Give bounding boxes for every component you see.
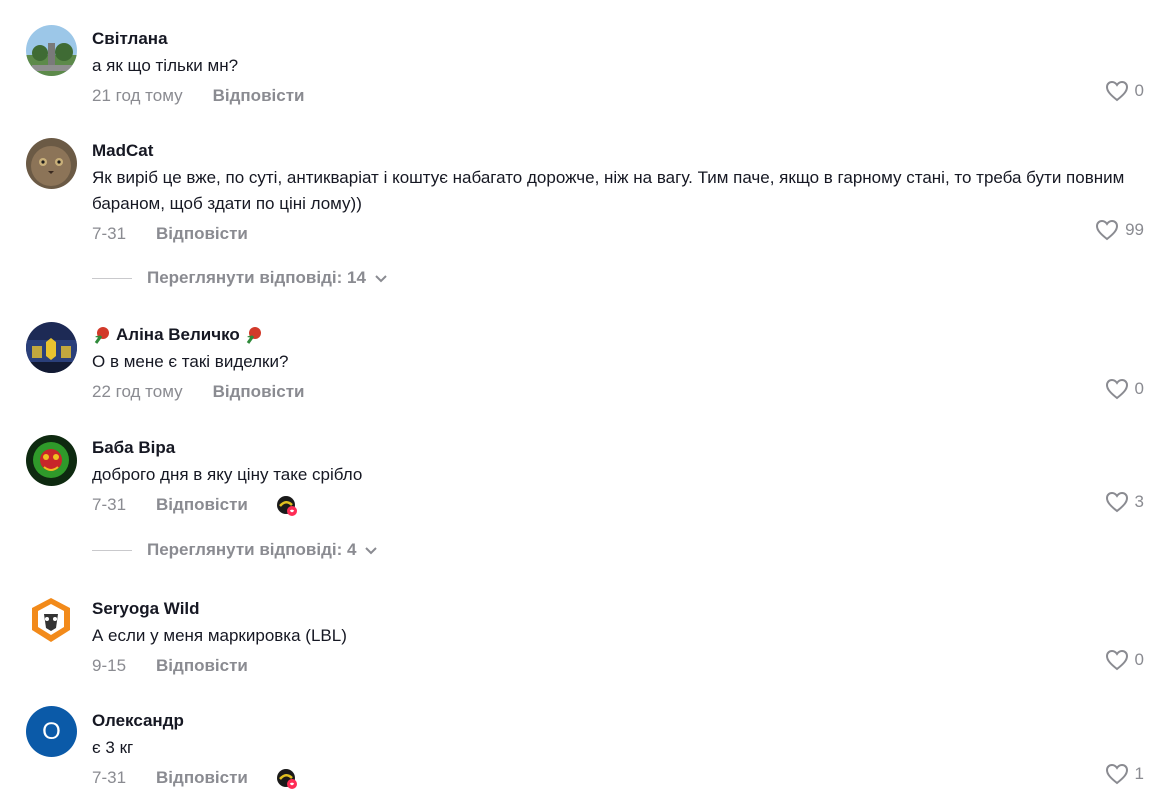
- like-button[interactable]: 3: [1105, 491, 1144, 513]
- username[interactable]: Олександр: [92, 710, 1140, 732]
- like-count: 0: [1134, 379, 1144, 398]
- reply-button[interactable]: Відповісти: [156, 224, 248, 244]
- heart-icon: [1105, 491, 1128, 513]
- comment-date: 7-31: [92, 768, 127, 787]
- like-button[interactable]: 0: [1105, 80, 1144, 102]
- comment-date: 9-15: [92, 656, 127, 675]
- like-count: 3: [1134, 492, 1144, 511]
- comment-date: 22 год тому: [92, 382, 183, 401]
- reply-button[interactable]: Відповісти: [213, 86, 305, 106]
- comment-date: 7-31: [92, 495, 127, 514]
- comment-text: О в мене є такі виделки?: [92, 352, 289, 371]
- view-replies-button[interactable]: Переглянути відповіді: 14: [92, 268, 388, 288]
- heart-icon: [1105, 378, 1128, 400]
- avatar[interactable]: [26, 435, 77, 486]
- creator-avatar-icon: [276, 769, 297, 789]
- comment-meta: 22 год тому Відповісти: [92, 379, 1140, 405]
- comment-date: 21 год тому: [92, 86, 183, 105]
- divider-line: [92, 277, 132, 279]
- reply-button[interactable]: Відповісти: [156, 495, 248, 515]
- creator-liked-badge: [276, 495, 297, 516]
- view-replies-label: Переглянути відповіді: 14: [147, 268, 366, 287]
- view-replies-label: Переглянути відповіді: 4: [147, 540, 357, 559]
- comment-text: А если у меня маркировка (LBL): [92, 626, 347, 645]
- username-label: Аліна Величко: [116, 325, 240, 344]
- avatar[interactable]: О: [26, 706, 77, 757]
- avatar[interactable]: [26, 594, 77, 645]
- like-count: 99: [1125, 220, 1144, 239]
- username[interactable]: Баба Віра: [92, 437, 1140, 459]
- avatar-letter: О: [42, 717, 61, 745]
- like-count: 1: [1134, 764, 1144, 783]
- reply-button[interactable]: Відповісти: [213, 382, 305, 402]
- creator-liked-badge: [276, 768, 297, 789]
- like-count: 0: [1134, 650, 1144, 669]
- like-button[interactable]: 0: [1105, 649, 1144, 671]
- username[interactable]: Аліна Величко: [92, 324, 1140, 346]
- heart-icon: [1105, 80, 1128, 102]
- avatar[interactable]: [26, 322, 77, 373]
- comment-meta: 7-31 Відповісти: [92, 221, 1140, 247]
- comment-meta: 9-15 Відповісти: [92, 653, 1140, 679]
- comment-text: доброго дня в яку ціну таке срібло: [92, 465, 363, 484]
- view-replies-button[interactable]: Переглянути відповіді: 4: [92, 540, 378, 560]
- chevron-down-icon: [365, 547, 378, 555]
- comment-text: Як виріб це вже, по суті, антикваріат і …: [92, 168, 1125, 213]
- like-button[interactable]: 0: [1105, 378, 1144, 400]
- heart-icon: [1105, 763, 1128, 785]
- rose-emoji-icon: [94, 327, 109, 344]
- comment-text: а як що тільки мн?: [92, 56, 239, 75]
- comment-date: 7-31: [92, 224, 127, 243]
- comment-text: є 3 кг: [92, 738, 134, 757]
- avatar[interactable]: [26, 138, 77, 189]
- username[interactable]: Seryoga Wild: [92, 598, 1140, 620]
- username[interactable]: Світлана: [92, 28, 1140, 50]
- divider-line: [92, 549, 132, 551]
- heart-icon: [1105, 649, 1128, 671]
- reply-button[interactable]: Відповісти: [156, 768, 248, 788]
- like-button[interactable]: 99: [1095, 219, 1144, 241]
- reply-button[interactable]: Відповісти: [156, 656, 248, 676]
- rose-emoji-icon: [246, 327, 261, 344]
- chevron-down-icon: [375, 275, 387, 283]
- avatar[interactable]: [26, 25, 77, 76]
- like-count: 0: [1134, 81, 1144, 100]
- comment-meta: 7-31 Відповісти: [92, 765, 1140, 791]
- comment-meta: 21 год тому Відповісти: [92, 83, 1140, 109]
- creator-avatar-icon: [276, 496, 297, 516]
- username[interactable]: MadCat: [92, 140, 1140, 162]
- like-button[interactable]: 1: [1105, 763, 1144, 785]
- comment-meta: 7-31 Відповісти: [92, 492, 1140, 518]
- heart-icon: [1096, 219, 1119, 241]
